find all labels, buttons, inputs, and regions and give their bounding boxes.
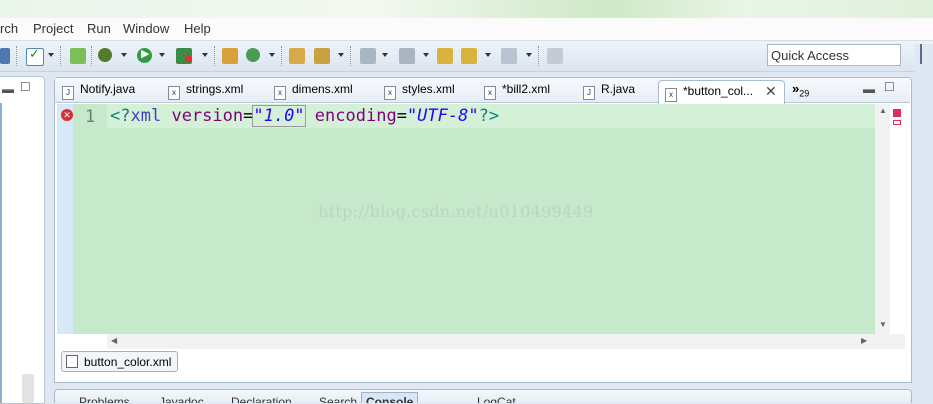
window-title-strip bbox=[0, 0, 933, 18]
xml-file-icon: x bbox=[665, 88, 677, 102]
error-overview-marker[interactable] bbox=[893, 109, 901, 117]
watermark-text: http://blog.csdn.net/u010499449 bbox=[318, 202, 594, 221]
perspective-icon[interactable] bbox=[920, 44, 930, 64]
scroll-up-icon[interactable]: ▲ bbox=[879, 106, 887, 115]
xml-file-icon: x bbox=[168, 86, 180, 100]
chevron-down-icon[interactable] bbox=[485, 53, 491, 57]
prev-annotation-icon[interactable] bbox=[399, 48, 415, 64]
refresh-icon[interactable] bbox=[246, 48, 260, 62]
close-icon[interactable]: ✕ bbox=[765, 83, 777, 100]
run-icon[interactable]: ▶ bbox=[137, 48, 152, 63]
scroll-corner bbox=[875, 334, 905, 349]
vertical-ruler bbox=[57, 104, 73, 334]
tab-console[interactable]: Console bbox=[361, 392, 419, 403]
quick-access-input[interactable]: Quick Access bbox=[767, 44, 901, 66]
toolbar-separator bbox=[350, 46, 352, 66]
menu-window[interactable]: Window bbox=[123, 21, 169, 36]
next-annotation-icon[interactable] bbox=[360, 48, 376, 64]
editor-bottom-tab-bar bbox=[55, 349, 910, 373]
line-number: 1 bbox=[85, 107, 96, 127]
chevron-down-icon[interactable] bbox=[48, 53, 54, 57]
source-file-icon bbox=[66, 355, 78, 368]
chevron-down-icon[interactable] bbox=[526, 53, 532, 57]
chevron-down-icon[interactable] bbox=[121, 53, 127, 57]
toolbar-separator bbox=[281, 46, 283, 66]
vertical-scrollbar[interactable]: ▲ ▼ bbox=[875, 104, 890, 334]
panel-edge bbox=[0, 103, 2, 403]
right-trim bbox=[915, 44, 933, 402]
maximize-icon[interactable]: ☐ bbox=[20, 80, 31, 94]
attr-version: version bbox=[171, 106, 244, 126]
editor-minimize-icon[interactable]: ▬ bbox=[863, 82, 875, 96]
menu-project[interactable]: Project bbox=[33, 21, 73, 36]
debug-icon[interactable] bbox=[98, 48, 112, 62]
error-overview-marker[interactable] bbox=[893, 120, 901, 125]
horizontal-scrollbar[interactable]: ◀ ▶ bbox=[107, 334, 875, 349]
equals-sign: = bbox=[243, 106, 254, 126]
tab-strings-xml[interactable]: x strings.xml bbox=[168, 82, 243, 100]
forward-icon[interactable] bbox=[501, 48, 517, 64]
line-number-gutter: 1 bbox=[73, 104, 108, 334]
xml-decl-name: xml bbox=[130, 106, 162, 126]
external-tools-icon[interactable] bbox=[176, 48, 192, 64]
tab-overflow-button[interactable]: »29 bbox=[792, 81, 809, 99]
code-line[interactable]: <?xml version="1.0" encoding="UTF-8"?> bbox=[110, 105, 500, 127]
tab-notify-java[interactable]: J Notify.java bbox=[62, 82, 135, 100]
xml-file-icon: x bbox=[274, 86, 286, 100]
chevron-down-icon[interactable] bbox=[202, 53, 208, 57]
menu-help[interactable]: Help bbox=[184, 21, 211, 36]
java-file-icon: J bbox=[62, 86, 74, 100]
new-android-project-icon[interactable] bbox=[70, 48, 86, 64]
menu-search[interactable]: rch bbox=[0, 21, 18, 36]
toolbar-separator bbox=[60, 46, 62, 66]
chevron-down-icon[interactable] bbox=[382, 53, 388, 57]
chevron-down-icon[interactable] bbox=[338, 53, 344, 57]
last-edit-icon[interactable] bbox=[437, 48, 453, 64]
overflow-count: 29 bbox=[799, 88, 810, 99]
java-file-icon: J bbox=[583, 86, 595, 100]
search-icon[interactable] bbox=[314, 48, 330, 64]
new-class-icon[interactable] bbox=[222, 48, 238, 64]
toolbar-separator bbox=[214, 46, 216, 66]
lower-panel: Problems Javadoc Declaration Search Cons… bbox=[54, 389, 912, 403]
xml-file-icon: x bbox=[484, 86, 496, 100]
xml-file-icon: x bbox=[384, 86, 396, 100]
editor-maximize-icon[interactable]: ☐ bbox=[884, 80, 895, 94]
xml-decl-open: <? bbox=[110, 106, 131, 126]
tab-source-view[interactable]: button_color.xml bbox=[61, 351, 178, 372]
equals-sign: = bbox=[396, 106, 407, 126]
minimize-icon[interactable]: ▬ bbox=[2, 82, 14, 96]
back-icon[interactable] bbox=[461, 48, 477, 64]
toolbar-separator bbox=[91, 46, 93, 66]
value-encoding: "UTF-8" bbox=[406, 106, 479, 126]
error-marker-icon[interactable]: ✕ bbox=[61, 109, 73, 121]
chevron-down-icon[interactable] bbox=[423, 53, 429, 57]
value-version: "1.0" bbox=[252, 105, 306, 127]
tab-styles-xml[interactable]: x styles.xml bbox=[384, 82, 455, 100]
open-type-icon[interactable] bbox=[289, 48, 305, 64]
bottom-tab-label: button_color.xml bbox=[84, 355, 172, 369]
scroll-left-icon[interactable]: ◀ bbox=[111, 336, 117, 345]
tab-button-color-xml[interactable]: x *button_col... ✕ bbox=[658, 80, 785, 104]
toolbar-separator bbox=[16, 46, 18, 66]
chevron-down-icon[interactable] bbox=[269, 53, 275, 57]
chevron-down-icon[interactable] bbox=[159, 53, 165, 57]
tab-label: *button_col... bbox=[683, 84, 754, 98]
xml-decl-close: ?> bbox=[478, 106, 500, 126]
menu-bar: rch Project Run Window Help bbox=[0, 18, 933, 41]
checkbox-icon[interactable]: ✓ bbox=[26, 46, 44, 66]
toolbar-separator bbox=[538, 46, 540, 66]
overview-ruler bbox=[890, 104, 905, 334]
scroll-right-icon[interactable]: ▶ bbox=[861, 336, 867, 345]
pin-editor-icon[interactable] bbox=[547, 48, 563, 64]
scrollbar-thumb[interactable] bbox=[22, 374, 34, 403]
scroll-down-icon[interactable]: ▼ bbox=[879, 320, 887, 329]
tab-bill2-xml[interactable]: x *bill2.xml bbox=[484, 82, 550, 100]
attr-encoding: encoding bbox=[314, 106, 397, 126]
menu-run[interactable]: Run bbox=[87, 21, 111, 36]
tab-dimens-xml[interactable]: x dimens.xml bbox=[274, 82, 353, 100]
tab-r-java[interactable]: J R.java bbox=[583, 82, 635, 100]
left-sidebar-panel: ▬ ☐ bbox=[0, 76, 45, 404]
link-icon[interactable] bbox=[0, 48, 10, 64]
